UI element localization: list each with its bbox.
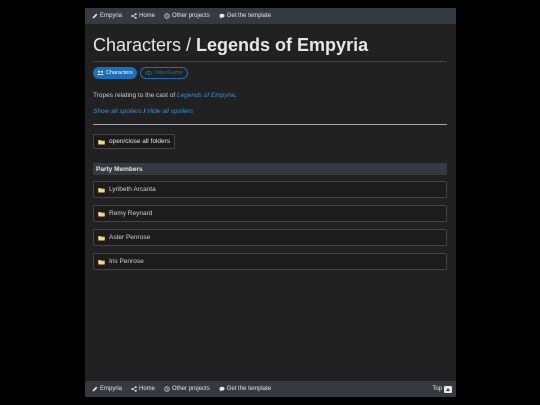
nav-item-home[interactable]: Home: [131, 386, 155, 392]
nav-label: Empyria: [100, 386, 123, 392]
share-icon: [131, 386, 137, 392]
folder-label: Remy Reynard: [109, 210, 153, 217]
comment-icon: [219, 13, 225, 19]
tag-videogame[interactable]: VideoGame: [139, 67, 188, 79]
tag-characters[interactable]: Characters: [93, 67, 137, 79]
tag-list: Characters VideoGame: [93, 67, 191, 79]
nav-item-empyria[interactable]: Empyria: [92, 13, 122, 19]
folder-item[interactable]: Iris Penrose: [93, 253, 447, 270]
share-icon: [131, 13, 137, 19]
folder-item[interactable]: Remy Reynard: [93, 205, 447, 222]
nav-label: Home: [139, 386, 156, 392]
nav-label: Get the template: [226, 386, 272, 392]
nav-item-other-projects[interactable]: Other projects: [164, 386, 210, 392]
content-divider: [93, 124, 447, 125]
history-icon: [164, 13, 170, 19]
folder-icon: [98, 211, 105, 217]
toggle-folders-label: open/close all folders: [109, 138, 171, 145]
folder-icon: [98, 187, 105, 193]
title-divider: [93, 61, 447, 62]
title-prefix: Characters /: [93, 35, 197, 55]
nav-label: Empyria: [100, 13, 123, 19]
nav-label: Get the template: [226, 13, 272, 19]
nav-label: Other projects: [172, 386, 210, 392]
tag-label: VideoGame: [153, 70, 183, 76]
bottom-navbar: Empyria Home Other projects Get the temp…: [85, 381, 456, 397]
top-navbar: Empyria Home Other projects Get the temp…: [85, 8, 456, 24]
eye-icon: [145, 70, 152, 76]
nav-label: Other projects: [172, 13, 210, 19]
folder-item[interactable]: Lyribeth Arcanta: [93, 181, 447, 198]
top-label: Top: [432, 386, 442, 392]
nav-item-get-template[interactable]: Get the template: [219, 13, 271, 19]
folder-label: Iris Penrose: [109, 258, 144, 265]
back-to-top-button[interactable]: Top: [432, 385, 452, 393]
pencil-icon: [92, 13, 98, 19]
comment-icon: [219, 386, 225, 392]
description-suffix: .: [234, 92, 237, 99]
nav-label: Home: [139, 13, 156, 19]
description-link[interactable]: Legends of Empyria: [177, 92, 235, 99]
tag-label: Characters: [106, 70, 133, 76]
folder-icon: [98, 259, 105, 265]
folder-item[interactable]: Aster Penrose: [93, 229, 447, 246]
nav-item-other-projects[interactable]: Other projects: [164, 13, 210, 19]
folder-label: Aster Penrose: [109, 234, 151, 241]
users-icon: [97, 70, 104, 76]
section-header: Party Members: [93, 163, 447, 175]
page-title: Characters / Legends of Empyria: [93, 35, 368, 56]
hide-spoilers-link[interactable]: Hide all spoilers: [147, 108, 193, 115]
folder-label: Lyribeth Arcanta: [109, 186, 156, 193]
spoiler-controls: Show all spoilers / Hide all spoilers: [93, 108, 193, 115]
folder-icon: [98, 235, 105, 241]
nav-item-empyria[interactable]: Empyria: [92, 386, 122, 392]
caret-up-icon: [444, 385, 452, 393]
page-container: Empyria Home Other projects Get the temp…: [85, 8, 456, 397]
section-title: Party Members: [96, 165, 143, 173]
nav-item-get-template[interactable]: Get the template: [219, 386, 271, 392]
history-icon: [164, 386, 170, 392]
folder-icon: [98, 139, 105, 145]
title-bold: Legends of Empyria: [196, 35, 369, 55]
nav-item-home[interactable]: Home: [131, 13, 155, 19]
description: Tropes relating to the cast of Legends o…: [93, 92, 237, 99]
pencil-icon: [92, 386, 98, 392]
show-spoilers-link[interactable]: Show all spoilers: [93, 108, 142, 115]
toggle-folders-button[interactable]: open/close all folders: [93, 134, 176, 149]
description-text: Tropes relating to the cast of: [93, 92, 177, 99]
